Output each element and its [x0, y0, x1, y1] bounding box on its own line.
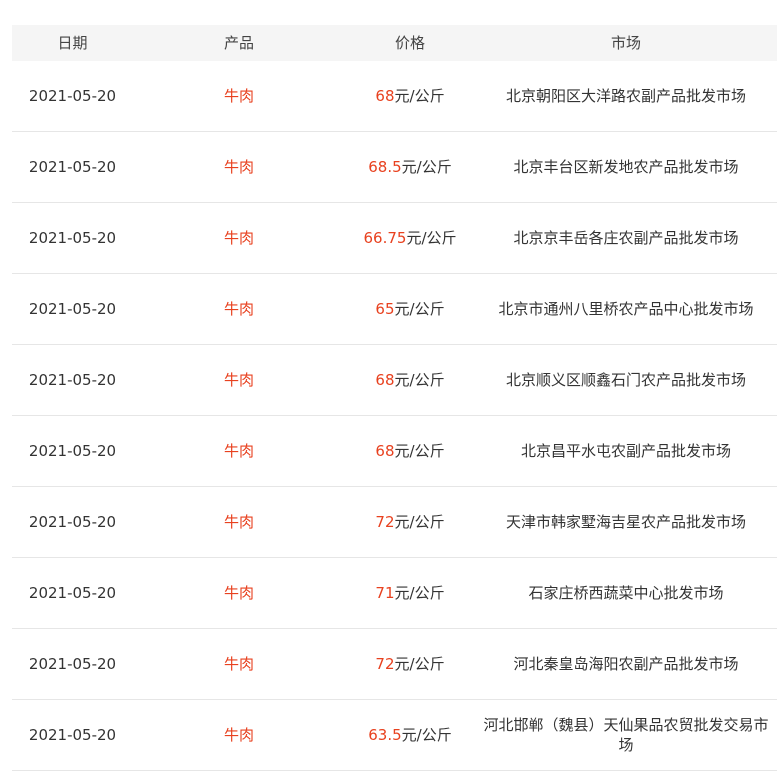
date-cell: 2021-05-20 [28, 229, 117, 247]
price-value: 71 [375, 584, 395, 602]
market-link[interactable]: 石家庄桥西蔬菜中心批发市场 [475, 583, 777, 603]
header-price: 价格 [394, 34, 425, 52]
price-table: 日期 产品 价格 市场 2021-05-20 牛肉 68元/公斤 北京朝阳区大洋… [12, 25, 777, 771]
product-link[interactable]: 牛肉 [133, 441, 345, 461]
price-cell: 68元/公斤 [345, 370, 475, 390]
table-row: 2021-05-20 牛肉 68.5元/公斤 北京丰台区新发地农产品批发市场 [12, 132, 777, 203]
price-cell: 63.5元/公斤 [345, 725, 475, 745]
product-link[interactable]: 牛肉 [133, 370, 345, 390]
price-cell: 71元/公斤 [345, 583, 475, 603]
price-value: 72 [375, 655, 395, 673]
product-link[interactable]: 牛肉 [133, 228, 345, 248]
table-row: 2021-05-20 牛肉 66.75元/公斤 北京京丰岳各庄农副产品批发市场 [12, 203, 777, 274]
market-link[interactable]: 天津市韩家墅海吉星农产品批发市场 [475, 512, 777, 532]
price-cell: 72元/公斤 [345, 512, 475, 532]
date-cell: 2021-05-20 [28, 300, 117, 318]
price-unit: 元/公斤 [406, 229, 457, 247]
product-link[interactable]: 牛肉 [133, 725, 345, 745]
market-link[interactable]: 北京京丰岳各庄农副产品批发市场 [475, 228, 777, 248]
product-link[interactable]: 牛肉 [133, 299, 345, 319]
price-value: 63.5 [368, 726, 402, 744]
price-unit: 元/公斤 [394, 87, 445, 105]
table-row: 2021-05-20 牛肉 68元/公斤 北京顺义区顺鑫石门农产品批发市场 [12, 345, 777, 416]
date-cell: 2021-05-20 [28, 726, 117, 744]
product-link[interactable]: 牛肉 [133, 157, 345, 177]
product-link[interactable]: 牛肉 [133, 512, 345, 532]
product-link[interactable]: 牛肉 [133, 583, 345, 603]
price-value: 68 [375, 371, 395, 389]
date-cell: 2021-05-20 [28, 87, 117, 105]
table-row: 2021-05-20 牛肉 72元/公斤 天津市韩家墅海吉星农产品批发市场 [12, 487, 777, 558]
header-date: 日期 [57, 34, 88, 52]
price-value: 65 [375, 300, 395, 318]
price-value: 68 [375, 87, 395, 105]
price-unit: 元/公斤 [394, 513, 445, 531]
price-unit: 元/公斤 [394, 442, 445, 460]
table-row: 2021-05-20 牛肉 72元/公斤 河北秦皇岛海阳农副产品批发市场 [12, 629, 777, 700]
price-cell: 68.5元/公斤 [345, 157, 475, 177]
price-cell: 65元/公斤 [345, 299, 475, 319]
date-cell: 2021-05-20 [28, 655, 117, 673]
price-unit: 元/公斤 [401, 726, 452, 744]
header-product: 产品 [223, 34, 254, 52]
date-cell: 2021-05-20 [28, 584, 117, 602]
date-cell: 2021-05-20 [28, 513, 117, 531]
price-cell: 72元/公斤 [345, 654, 475, 674]
product-link[interactable]: 牛肉 [133, 654, 345, 674]
header-market: 市场 [610, 34, 641, 52]
price-unit: 元/公斤 [394, 655, 445, 673]
price-unit: 元/公斤 [394, 584, 445, 602]
price-unit: 元/公斤 [394, 371, 445, 389]
table-header: 日期 产品 价格 市场 [12, 25, 777, 61]
price-cell: 68元/公斤 [345, 441, 475, 461]
market-link[interactable]: 北京朝阳区大洋路农副产品批发市场 [475, 86, 777, 106]
price-value: 68 [375, 442, 395, 460]
date-cell: 2021-05-20 [28, 371, 117, 389]
market-link[interactable]: 北京丰台区新发地农产品批发市场 [475, 157, 777, 177]
price-value: 66.75 [363, 229, 407, 247]
date-cell: 2021-05-20 [28, 442, 117, 460]
price-unit: 元/公斤 [394, 300, 445, 318]
price-value: 68.5 [368, 158, 402, 176]
market-link[interactable]: 河北秦皇岛海阳农副产品批发市场 [475, 654, 777, 674]
table-row: 2021-05-20 牛肉 71元/公斤 石家庄桥西蔬菜中心批发市场 [12, 558, 777, 629]
market-link[interactable]: 北京昌平水屯农副产品批发市场 [475, 441, 777, 461]
market-link[interactable]: 北京顺义区顺鑫石门农产品批发市场 [475, 370, 777, 390]
table-row: 2021-05-20 牛肉 68元/公斤 北京朝阳区大洋路农副产品批发市场 [12, 61, 777, 132]
price-cell: 66.75元/公斤 [345, 228, 475, 248]
date-cell: 2021-05-20 [28, 158, 117, 176]
price-unit: 元/公斤 [401, 158, 452, 176]
price-cell: 68元/公斤 [345, 86, 475, 106]
market-link[interactable]: 河北邯郸（魏县）天仙果品农贸批发交易市场 [475, 715, 777, 755]
market-link[interactable]: 北京市通州八里桥农产品中心批发市场 [475, 299, 777, 319]
price-value: 72 [375, 513, 395, 531]
table-row: 2021-05-20 牛肉 65元/公斤 北京市通州八里桥农产品中心批发市场 [12, 274, 777, 345]
table-row: 2021-05-20 牛肉 68元/公斤 北京昌平水屯农副产品批发市场 [12, 416, 777, 487]
product-link[interactable]: 牛肉 [133, 86, 345, 106]
table-row: 2021-05-20 牛肉 63.5元/公斤 河北邯郸（魏县）天仙果品农贸批发交… [12, 700, 777, 771]
